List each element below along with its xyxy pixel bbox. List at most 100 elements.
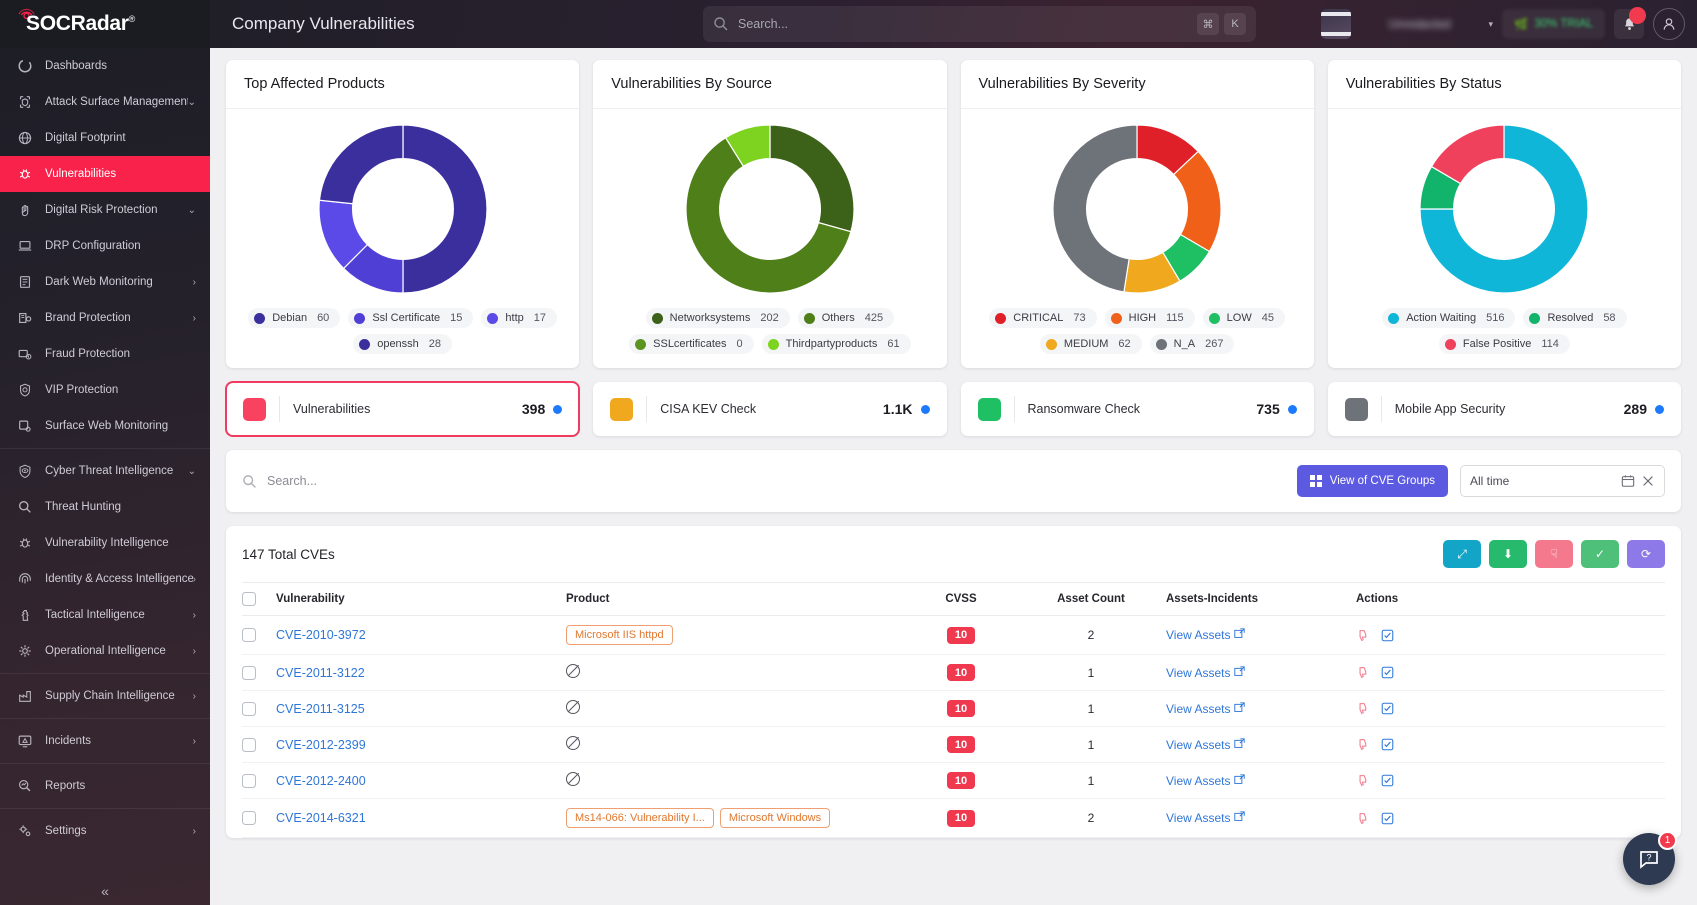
view-cve-groups-button[interactable]: View of CVE Groups xyxy=(1296,465,1448,497)
metric-card[interactable]: Mobile App Security 289 xyxy=(1327,382,1681,436)
sidebar-item-vulnerability-intelligence[interactable]: Vulnerability Intelligence xyxy=(0,525,210,561)
sidebar-collapse-button[interactable]: « xyxy=(0,883,210,899)
edit-check-icon[interactable] xyxy=(1381,812,1394,825)
sidebar-item-supply-chain-intelligence[interactable]: Supply Chain Intelligence › xyxy=(0,678,210,714)
thumbs-down-icon[interactable] xyxy=(1356,702,1369,715)
table-row[interactable]: CVE-2011-3122 10 1 View Assets xyxy=(242,654,1665,691)
sidebar-item-settings[interactable]: Settings › xyxy=(0,813,210,849)
sidebar-item-vulnerabilities[interactable]: Vulnerabilities xyxy=(0,156,210,192)
sidebar-item-operational-intelligence[interactable]: Operational Intelligence › xyxy=(0,633,210,669)
legend-item[interactable]: Networksystems 202 xyxy=(645,308,790,328)
legend-item[interactable]: Thirdpartyproducts 61 xyxy=(761,334,911,354)
th-asset-count[interactable]: Asset Count xyxy=(1016,582,1166,616)
thumbs-down-icon[interactable] xyxy=(1356,629,1369,642)
edit-check-icon[interactable] xyxy=(1381,774,1394,787)
sidebar-item-fraud-protection[interactable]: Fraud Protection xyxy=(0,336,210,372)
table-row[interactable]: CVE-2014-6321 Ms14-066: Vulnerability I..… xyxy=(242,798,1665,838)
legend-item[interactable]: Others 425 xyxy=(797,308,895,328)
cve-link[interactable]: CVE-2011-3122 xyxy=(276,666,365,680)
user-menu-button[interactable] xyxy=(1653,8,1685,40)
trial-badge[interactable]: 🌿 30% TRIAL xyxy=(1502,9,1605,39)
donut-slice[interactable] xyxy=(769,124,855,233)
donut-slice[interactable] xyxy=(402,124,488,294)
legend-item[interactable]: Debian 60 xyxy=(248,308,341,328)
legend-item[interactable]: N_A 267 xyxy=(1149,334,1235,354)
sidebar-item-cyber-threat-intelligence[interactable]: Cyber Threat Intelligence ⌄ xyxy=(0,453,210,489)
view-assets-link[interactable]: View Assets xyxy=(1166,628,1230,642)
close-icon[interactable] xyxy=(1641,474,1655,488)
product-tag[interactable]: Microsoft Windows xyxy=(719,808,831,828)
sidebar-item-drp-configuration[interactable]: DRP Configuration xyxy=(0,228,210,264)
view-assets-link[interactable]: View Assets xyxy=(1166,666,1230,680)
legend-item[interactable]: Resolved 58 xyxy=(1523,308,1627,328)
chevron-icon[interactable]: ⌄ xyxy=(188,205,196,216)
edit-check-icon[interactable] xyxy=(1381,629,1394,642)
row-checkbox[interactable] xyxy=(242,811,256,825)
false-positive-button[interactable]: ☟ xyxy=(1535,540,1573,568)
date-range-picker[interactable]: All time xyxy=(1460,465,1665,497)
external-link-icon[interactable] xyxy=(1234,665,1245,677)
legend-item[interactable]: openssh 28 xyxy=(353,334,453,354)
info-icon[interactable] xyxy=(1287,404,1297,414)
external-link-icon[interactable] xyxy=(1234,628,1245,639)
chevron-down-icon[interactable]: ▾ xyxy=(1489,19,1494,30)
external-link-icon[interactable] xyxy=(1234,773,1245,785)
sidebar-item-incidents[interactable]: Incidents › xyxy=(0,723,210,759)
table-row[interactable]: CVE-2012-2400 10 1 View Assets xyxy=(242,762,1665,799)
legend-item[interactable]: False Positive 114 xyxy=(1438,334,1570,354)
chevron-icon[interactable]: › xyxy=(193,277,196,288)
product-tag[interactable]: Ms14-066: Vulnerability I... xyxy=(566,808,714,828)
product-tag[interactable]: Microsoft IIS httpd xyxy=(566,625,673,645)
sidebar-item-threat-hunting[interactable]: Threat Hunting xyxy=(0,489,210,525)
external-link-icon[interactable] xyxy=(1234,701,1245,713)
info-icon[interactable] xyxy=(1655,404,1664,414)
chevron-icon[interactable]: › xyxy=(193,826,196,837)
chevron-icon[interactable]: › xyxy=(193,691,196,702)
sidebar-item-surface-web-monitoring[interactable]: Surface Web Monitoring xyxy=(0,408,210,444)
chevron-icon[interactable]: › xyxy=(193,610,196,621)
select-all-checkbox[interactable] xyxy=(242,592,256,606)
edit-check-icon[interactable] xyxy=(1381,702,1394,715)
sidebar-item-attack-surface-management[interactable]: Attack Surface Management ⌄ xyxy=(0,84,210,120)
sidebar-item-reports[interactable]: Reports xyxy=(0,768,210,804)
brand-logo[interactable]: SOCRadar® xyxy=(0,0,210,48)
legend-item[interactable]: HIGH 115 xyxy=(1104,308,1195,328)
donut-slice[interactable] xyxy=(318,124,404,205)
cve-link[interactable]: CVE-2011-3125 xyxy=(276,702,365,716)
table-row[interactable]: CVE-2010-3972 Microsoft IIS httpd 10 2 View … xyxy=(242,615,1665,655)
sidebar-item-dark-web-monitoring[interactable]: Dark Web Monitoring › xyxy=(0,264,210,300)
cve-link[interactable]: CVE-2012-2399 xyxy=(276,738,366,752)
chevron-icon[interactable]: ⌄ xyxy=(188,466,196,477)
legend-item[interactable]: MEDIUM 62 xyxy=(1039,334,1142,354)
edit-check-icon[interactable] xyxy=(1381,666,1394,679)
cve-link[interactable]: CVE-2012-2400 xyxy=(276,774,366,788)
chevron-icon[interactable]: ⌄ xyxy=(188,97,196,108)
view-assets-link[interactable]: View Assets xyxy=(1166,702,1230,716)
chevron-icon[interactable]: › xyxy=(193,574,196,585)
info-icon[interactable] xyxy=(920,404,930,414)
support-chat-button[interactable]: ? 1 xyxy=(1623,831,1677,885)
external-link-icon[interactable] xyxy=(1234,737,1245,749)
sidebar-item-brand-protection[interactable]: Brand Protection › xyxy=(0,300,210,336)
sidebar-item-digital-footprint[interactable]: Digital Footprint xyxy=(0,120,210,156)
donut-slice[interactable] xyxy=(1052,124,1138,293)
legend-item[interactable]: Ssl Certificate 15 xyxy=(348,308,474,328)
view-assets-link[interactable]: View Assets xyxy=(1166,738,1230,752)
legend-item[interactable]: Action Waiting 516 xyxy=(1382,308,1516,328)
legend-item[interactable]: LOW 45 xyxy=(1202,308,1285,328)
view-assets-link[interactable]: View Assets xyxy=(1166,774,1230,788)
chevron-icon[interactable]: › xyxy=(193,736,196,747)
download-button[interactable]: ⬇ xyxy=(1489,540,1527,568)
th-vulnerability[interactable]: Vulnerability xyxy=(276,582,566,616)
sidebar-item-identity-access-intelligence[interactable]: Identity & Access Intelligence › xyxy=(0,561,210,597)
sidebar-item-digital-risk-protection[interactable]: Digital Risk Protection ⌄ xyxy=(0,192,210,228)
sidebar-item-vip-protection[interactable]: VIP Protection xyxy=(0,372,210,408)
row-checkbox[interactable] xyxy=(242,773,256,788)
metric-card[interactable]: CISA KEV Check 1.1K xyxy=(593,382,947,436)
row-checkbox[interactable] xyxy=(242,701,256,716)
legend-item[interactable]: SSLcertificates 0 xyxy=(629,334,754,354)
th-actions[interactable]: Actions xyxy=(1356,582,1665,616)
row-checkbox[interactable] xyxy=(242,665,256,680)
cve-link[interactable]: CVE-2010-3972 xyxy=(276,628,366,642)
metric-card[interactable]: Vulnerabilities 398 xyxy=(226,382,580,436)
